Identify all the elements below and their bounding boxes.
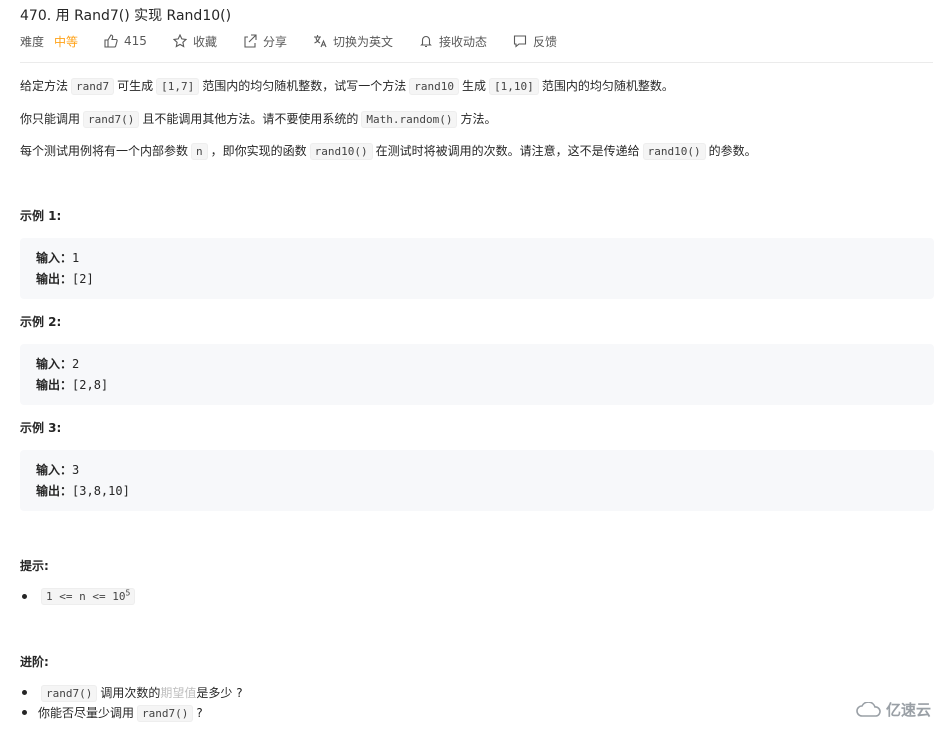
star-icon xyxy=(172,34,187,48)
divider xyxy=(20,62,933,63)
inline-code: rand10() xyxy=(642,143,706,160)
inline-code: [1,10] xyxy=(489,78,539,95)
share-button[interactable]: 分享 xyxy=(243,33,287,50)
example-2-heading: 示例 2: xyxy=(20,315,62,329)
example-3-input: 输入：3 xyxy=(36,463,80,477)
thumbs-up-icon xyxy=(104,34,118,48)
example-1-block: 输入：1 输出：[2] xyxy=(20,238,934,299)
notify-label: 接收动态 xyxy=(438,34,487,49)
switch-language-button[interactable]: 切换为英文 xyxy=(313,33,393,50)
description-paragraph-2: 你只能调用 rand7() 且不能调用其他方法。请不要使用系统的 Math.rando… xyxy=(20,111,497,128)
example-2-block: 输入：2 输出：[2,8] xyxy=(20,344,934,405)
expected-value-link[interactable]: 期望值 xyxy=(160,686,196,700)
like-count: 415 xyxy=(124,34,147,48)
example-1-heading: 示例 1: xyxy=(20,209,62,223)
inline-code: 1 <= n <= 105 xyxy=(41,587,136,605)
inline-code: rand7() xyxy=(137,705,194,722)
example-3-output: 输出：[3,8,10] xyxy=(36,484,130,498)
inline-code: Math.random() xyxy=(361,111,458,128)
problem-meta-bar: 难度 中等 415 收藏 分享 切换为英文 接收动态 反馈 xyxy=(20,31,583,51)
example-2-output: 输出：[2,8] xyxy=(36,378,109,392)
description-paragraph-1: 给定方法 rand7 可生成 [1,7] 范围内的均匀随机整数，试写一个方法 rand10… xyxy=(20,78,674,95)
translate-icon xyxy=(313,35,327,48)
inline-code: n xyxy=(191,143,208,160)
example-3-block: 输入：3 输出：[3,8,10] xyxy=(20,450,934,511)
difficulty: 难度 中等 xyxy=(20,33,78,50)
example-2-input: 输入：2 xyxy=(36,357,80,371)
share-label: 分享 xyxy=(262,34,287,49)
example-3-heading: 示例 3: xyxy=(20,421,62,435)
inline-code: rand7 xyxy=(71,78,115,95)
problem-title: 470. 用 Rand7() 实现 Rand10() xyxy=(20,8,232,24)
cloud-logo-icon xyxy=(856,701,881,717)
hint-item: 1 <= n <= 105 xyxy=(21,587,138,605)
inline-code: rand7() xyxy=(83,111,140,128)
feedback-button[interactable]: 反馈 xyxy=(513,33,557,50)
difficulty-label: 难度 xyxy=(20,34,45,49)
difficulty-badge: 中等 xyxy=(54,34,79,49)
example-1-output: 输出：[2] xyxy=(36,272,94,286)
advanced-item-2: 你能否尽量少调用 rand7()? xyxy=(22,705,203,722)
feedback-label: 反馈 xyxy=(533,34,558,49)
inline-code: rand10 xyxy=(409,78,460,95)
watermark: 亿速云 xyxy=(856,699,931,720)
watermark-text: 亿速云 xyxy=(885,701,931,719)
feedback-icon xyxy=(513,35,527,48)
notify-button[interactable]: 接收动态 xyxy=(419,33,487,50)
advanced-heading: 进阶: xyxy=(20,655,49,669)
inline-code: [1,7] xyxy=(156,78,200,95)
inline-code: rand10() xyxy=(309,143,373,160)
description-paragraph-3: 每个测试用例将有一个内部参数 n ，即你实现的函数 rand10() 在测试时将被调用的… xyxy=(20,143,757,160)
hints-heading: 提示: xyxy=(20,559,49,573)
example-1-input: 输入：1 xyxy=(36,251,80,265)
like-button[interactable]: 415 xyxy=(104,34,147,48)
switch-language-label: 切换为英文 xyxy=(332,34,393,49)
share-icon xyxy=(244,34,257,48)
advanced-item-1: rand7() 调用次数的期望值是多少 ? xyxy=(22,684,243,702)
favorite-button[interactable]: 收藏 xyxy=(172,33,217,50)
bell-icon xyxy=(420,35,432,48)
favorite-label: 收藏 xyxy=(192,34,217,49)
inline-code: rand7() xyxy=(41,685,98,702)
